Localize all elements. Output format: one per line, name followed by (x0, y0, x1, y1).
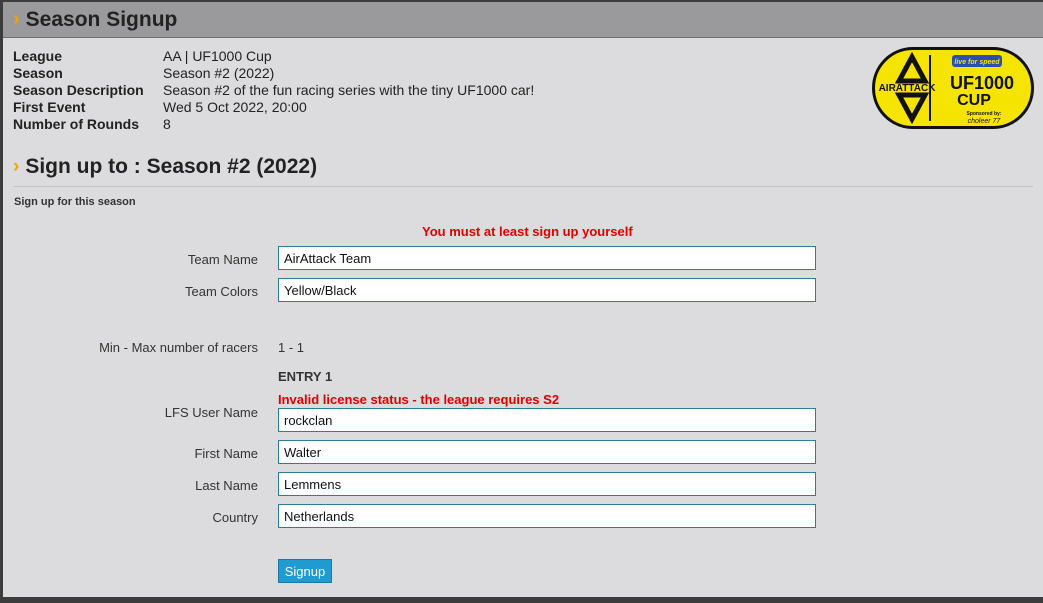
logo-text-cup: CUP (957, 92, 991, 109)
info-value: AA | UF1000 Cup (163, 48, 272, 64)
info-value: Wed 5 Oct 2022, 20:00 (163, 99, 307, 115)
racers-label: Min - Max number of racers (99, 340, 258, 355)
license-error: Invalid license status - the league requ… (278, 392, 560, 407)
logo-sponsor-name: choleer 77 (968, 118, 1002, 125)
team-name-label: Team Name (187, 252, 258, 267)
lfs-user-field[interactable] (278, 408, 816, 432)
last-name-field[interactable] (278, 472, 816, 496)
first-name-field[interactable] (278, 440, 816, 464)
country-field[interactable] (278, 504, 816, 528)
info-label: First Event (13, 99, 86, 115)
window-frame-left (0, 0, 3, 603)
league-logo: AIRATTACK live for speed UF1000 CUP Spon… (872, 47, 1034, 129)
info-value: Season #2 of the fun racing series with … (163, 82, 535, 98)
error-self-signup: You must at least sign up yourself (422, 224, 633, 239)
signup-section-heading: › Sign up to : Season #2 (2022) (13, 155, 317, 179)
signup-button[interactable]: Signup (278, 559, 332, 583)
info-label: Season Description (13, 82, 144, 98)
page-title: Season Signup (25, 7, 178, 31)
info-label: League (13, 48, 63, 64)
section-divider (13, 186, 1033, 187)
team-colors-field[interactable] (278, 278, 816, 302)
chevron-right-icon: › (13, 156, 20, 177)
info-label: Number of Rounds (13, 116, 139, 132)
last-name-label: Last Name (195, 478, 258, 493)
entry-heading: ENTRY 1 (278, 369, 333, 384)
first-name-label: First Name (194, 446, 258, 461)
info-value: 8 (163, 116, 171, 132)
info-value: Season #2 (2022) (163, 65, 275, 81)
signup-subtitle: Sign up for this season (14, 196, 136, 208)
lfs-user-label: LFS User Name (164, 405, 258, 420)
logo-text-uf1000: UF1000 (950, 73, 1014, 93)
team-colors-label: Team Colors (185, 284, 258, 299)
window-frame-bottom (0, 597, 1043, 603)
chevron-right-icon: › (13, 8, 20, 30)
page-header: › Season Signup (3, 2, 1043, 38)
logo-sponsor-label: Sponsored by: (966, 111, 1001, 117)
racers-value: 1 - 1 (278, 340, 305, 355)
logo-badge-text: live for speed (954, 59, 1000, 66)
country-label: Country (212, 510, 258, 525)
logo-text-airattack: AIRATTACK (879, 83, 937, 94)
team-name-field[interactable] (278, 246, 816, 270)
signup-title: Sign up to : Season #2 (2022) (25, 155, 318, 178)
info-label: Season (13, 65, 63, 81)
